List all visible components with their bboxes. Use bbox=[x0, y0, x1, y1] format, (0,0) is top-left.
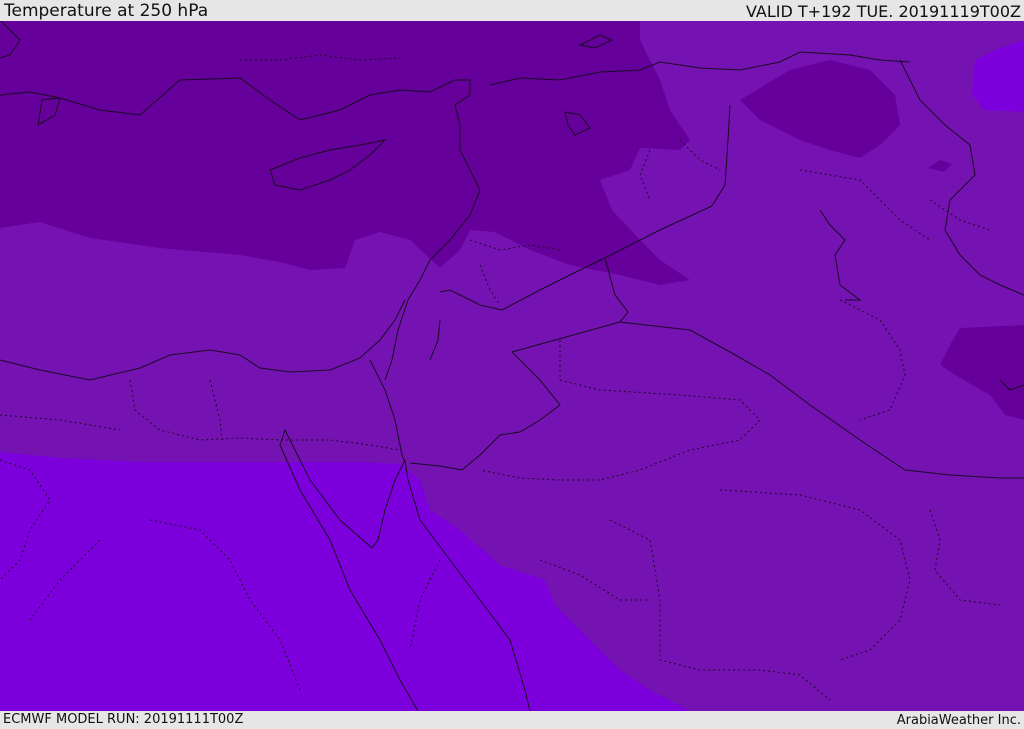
valid-time: VALID T+192 TUE. 20191119T00Z bbox=[745, 2, 1021, 21]
credit-label: ArabiaWeather Inc. bbox=[896, 713, 1021, 728]
map-title: Temperature at 250 hPa bbox=[4, 1, 209, 21]
weather-map[interactable] bbox=[0, 21, 1024, 711]
model-run-label: ECMWF MODEL RUN: 20191111T00Z bbox=[3, 712, 244, 727]
header-bar: Temperature at 250 hPa VALID T+192 TUE. … bbox=[0, 0, 1024, 21]
footer-bar: ECMWF MODEL RUN: 20191111T00Z ArabiaWeat… bbox=[0, 711, 1024, 729]
